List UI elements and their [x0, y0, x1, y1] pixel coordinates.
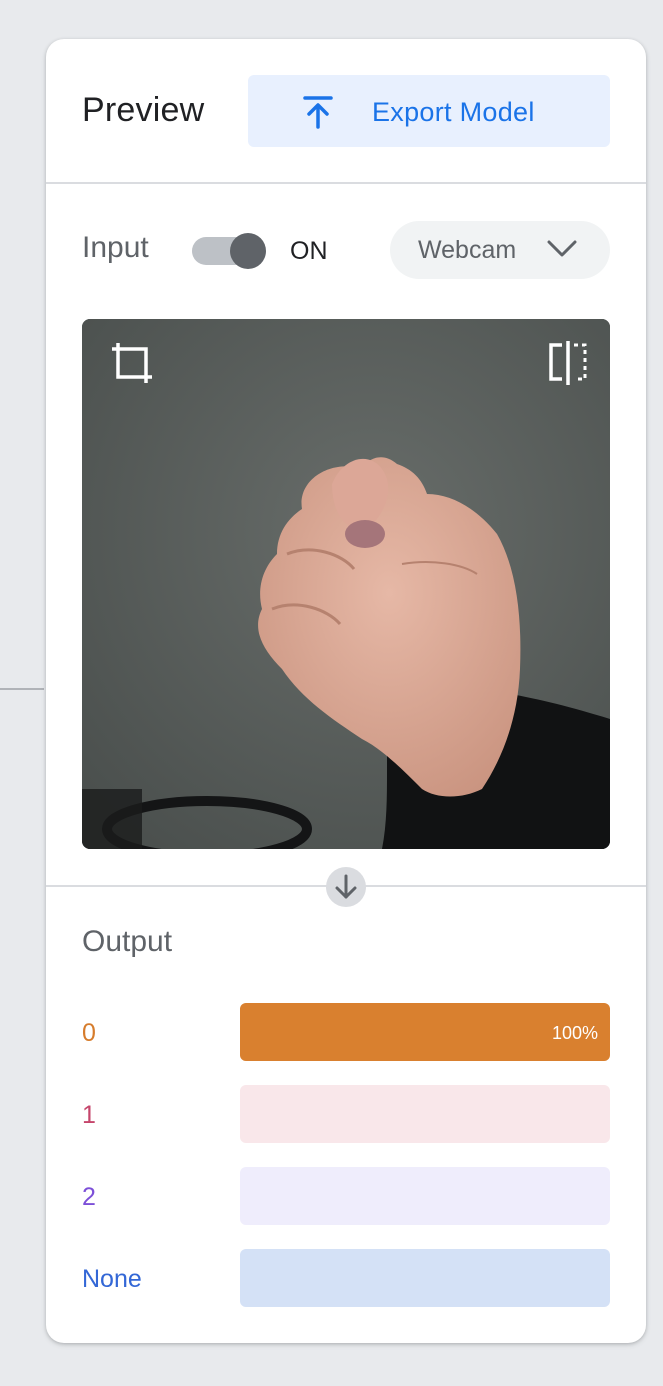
class-label: None: [82, 1265, 142, 1293]
arrow-down-icon: [335, 874, 357, 899]
output-class-row: 2: [46, 1167, 646, 1225]
down-arrow-indicator: [326, 867, 366, 907]
webcam-image: [82, 319, 610, 849]
input-label: Input: [82, 231, 149, 264]
output-class-row: 1: [46, 1085, 646, 1143]
class-label: 2: [82, 1183, 96, 1211]
toggle-thumb: [230, 233, 266, 269]
flip-button[interactable]: [546, 339, 590, 387]
confidence-percent: 100%: [551, 1023, 598, 1043]
flip-icon: [549, 341, 587, 385]
page-title: Preview: [82, 91, 205, 129]
output-title: Output: [82, 925, 173, 958]
connector-line: [0, 688, 44, 690]
confidence-bar: 100%: [240, 1003, 610, 1061]
toggle-state-label: ON: [290, 237, 328, 265]
chevron-down-icon: [547, 240, 577, 257]
output-class-row: None: [46, 1249, 646, 1307]
confidence-bar: [240, 1085, 610, 1143]
input-controls: Input ON Webcam: [46, 185, 646, 315]
export-model-button[interactable]: Export Model: [248, 75, 610, 147]
confidence-bar: [240, 1249, 610, 1307]
output-class-row: 0 100%: [46, 1003, 646, 1061]
upload-arrow-icon: [303, 96, 333, 129]
preview-panel: Preview Export Model Input ON Webcam Out…: [46, 39, 646, 1343]
confidence-bar: [240, 1167, 610, 1225]
webcam-feed: [82, 319, 610, 849]
preview-header: Preview Export Model: [46, 39, 646, 184]
class-label: 0: [82, 1019, 96, 1047]
crop-button[interactable]: [108, 339, 156, 387]
input-source-label: Webcam: [418, 236, 517, 264]
input-source-dropdown[interactable]: Webcam: [390, 221, 610, 279]
class-label: 1: [82, 1101, 96, 1129]
input-toggle[interactable]: [192, 233, 266, 269]
crop-icon: [112, 343, 152, 383]
export-model-label: Export Model: [372, 97, 535, 127]
